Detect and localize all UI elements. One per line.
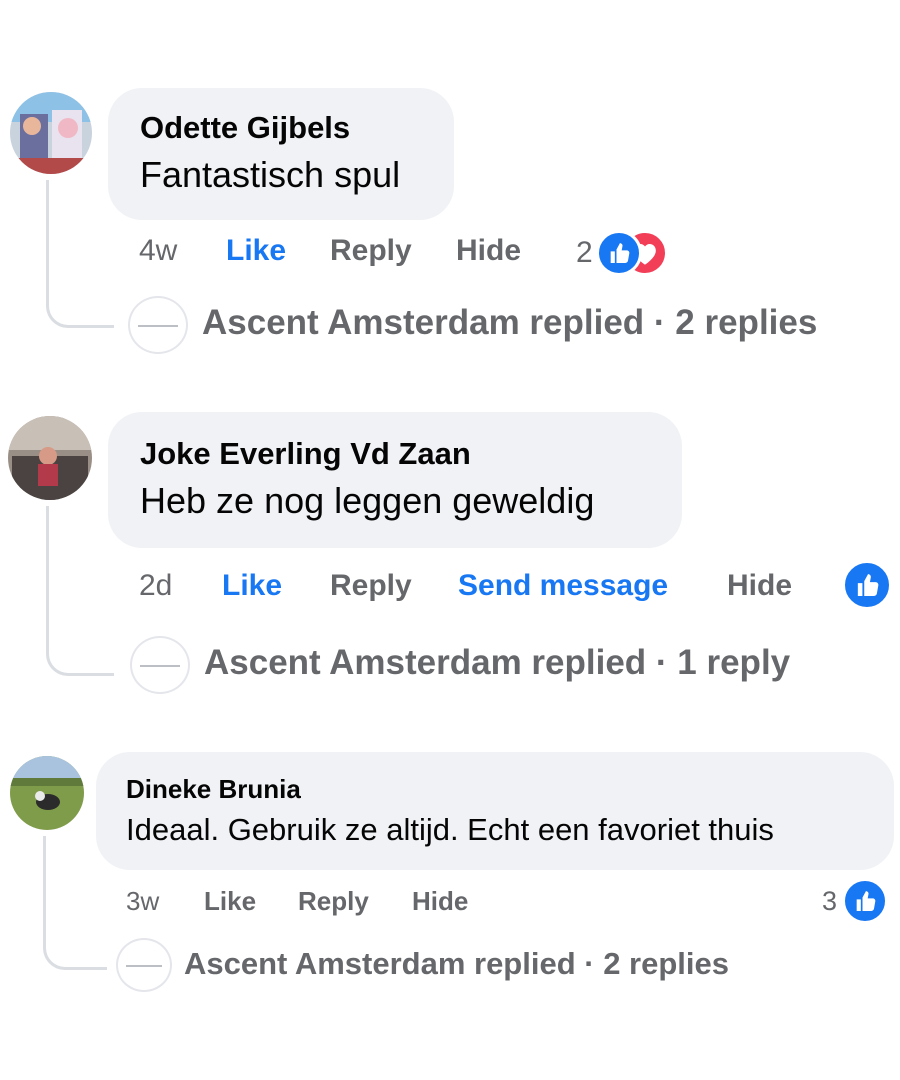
like-icon bbox=[596, 230, 642, 276]
comment-1: Odette Gijbels Fantastisch spul 4w Like … bbox=[0, 0, 900, 380]
reaction-count: 3 bbox=[822, 886, 838, 916]
view-replies-link[interactable]: Ascent Amsterdam replied · 2 replies bbox=[202, 303, 817, 343]
avatar[interactable] bbox=[8, 416, 92, 500]
avatar[interactable] bbox=[10, 756, 84, 830]
comment-timestamp[interactable]: 4w bbox=[139, 234, 177, 268]
like-button[interactable]: Like bbox=[222, 569, 282, 603]
view-replies-link[interactable]: Ascent Amsterdam replied · 1 reply bbox=[204, 643, 790, 683]
thread-connector bbox=[46, 506, 114, 676]
avatar-photo bbox=[10, 756, 84, 830]
like-icon bbox=[842, 878, 888, 924]
comment-author[interactable]: Odette Gijbels bbox=[140, 110, 350, 146]
comment-text: Fantastisch spul bbox=[140, 154, 401, 195]
comment-timestamp[interactable]: 2d bbox=[139, 569, 172, 603]
reply-button[interactable]: Reply bbox=[330, 569, 412, 603]
reactions-summary[interactable]: 3 bbox=[818, 878, 890, 924]
hide-button[interactable]: Hide bbox=[412, 886, 468, 917]
comment-author[interactable]: Dineke Brunia bbox=[126, 774, 301, 805]
comment-bubble: Joke Everling Vd Zaan Heb ze nog leggen … bbox=[108, 412, 682, 548]
hide-button[interactable]: Hide bbox=[456, 234, 521, 268]
comment-bubble: Dineke Brunia Ideaal. Gebruik ze altijd.… bbox=[96, 752, 894, 870]
avatar-photo bbox=[10, 92, 92, 174]
reaction-count: 2 bbox=[576, 236, 593, 269]
reply-button[interactable]: Reply bbox=[330, 234, 412, 268]
hide-button[interactable]: Hide bbox=[727, 569, 792, 603]
like-icon[interactable] bbox=[842, 560, 892, 610]
comment-bubble: Odette Gijbels Fantastisch spul bbox=[108, 88, 454, 220]
comment-timestamp[interactable]: 3w bbox=[126, 886, 159, 917]
thread-connector bbox=[43, 836, 107, 970]
page-avatar[interactable] bbox=[130, 636, 190, 694]
page-avatar[interactable] bbox=[116, 938, 172, 992]
comment-3: Dineke Brunia Ideaal. Gebruik ze altijd.… bbox=[0, 730, 900, 1080]
thread-connector bbox=[46, 180, 114, 328]
reply-button[interactable]: Reply bbox=[298, 886, 369, 917]
avatar-photo bbox=[8, 416, 92, 500]
comment-author[interactable]: Joke Everling Vd Zaan bbox=[140, 436, 471, 472]
comment-text: Ideaal. Gebruik ze altijd. Echt een favo… bbox=[126, 812, 774, 847]
like-button[interactable]: Like bbox=[226, 234, 286, 268]
avatar[interactable] bbox=[10, 92, 92, 174]
send-message-button[interactable]: Send message bbox=[458, 569, 668, 603]
like-button[interactable]: Like bbox=[204, 886, 256, 917]
reactions-summary[interactable]: 2 bbox=[576, 228, 696, 276]
comment-2: Joke Everling Vd Zaan Heb ze nog leggen … bbox=[0, 380, 900, 730]
page-avatar[interactable] bbox=[128, 296, 188, 354]
view-replies-link[interactable]: Ascent Amsterdam replied · 2 replies bbox=[184, 946, 729, 982]
comment-text: Heb ze nog leggen geweldig bbox=[140, 480, 595, 521]
